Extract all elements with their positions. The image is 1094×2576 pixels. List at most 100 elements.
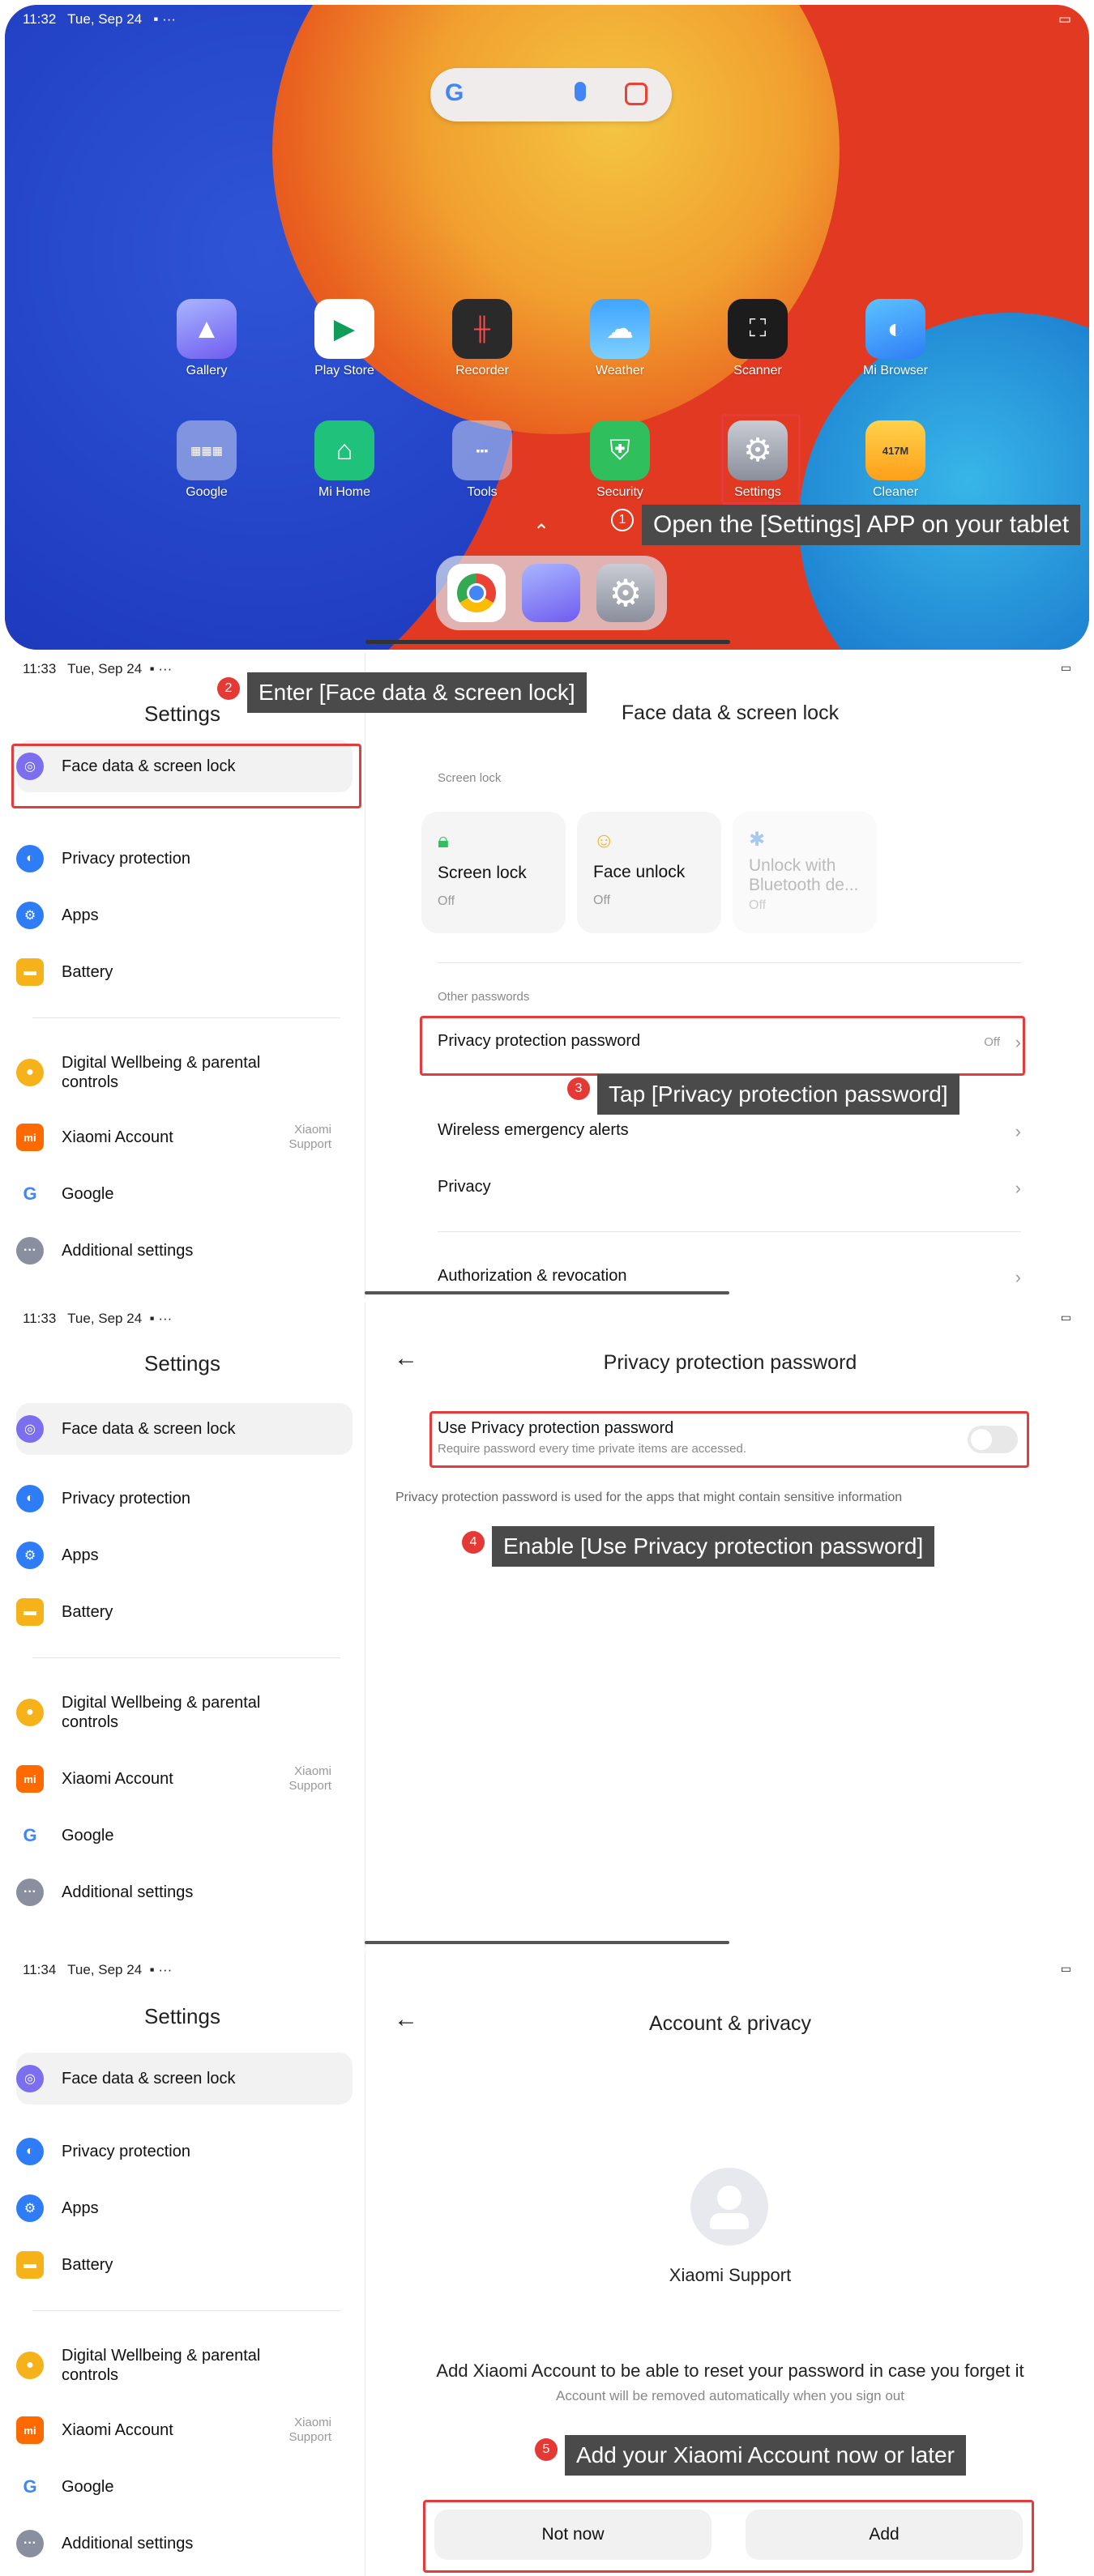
security-icon: ⛨ [590, 420, 650, 480]
status-date: Tue, Sep 24 [67, 1962, 143, 1977]
card-face-unlock[interactable]: ☺ Face unlock Off [577, 812, 721, 933]
sidebar-item-apps[interactable]: ⚙ Apps [16, 889, 353, 941]
privacy-icon: ◐ [16, 1485, 44, 1512]
app-cleaner[interactable]: 417M Cleaner [843, 420, 948, 500]
sidebar-item-label: Xiaomi Account [62, 2420, 173, 2439]
account-sub: Xiaomi Support [288, 2416, 331, 2444]
sidebar-item-additional[interactable]: ··· Additional settings [16, 1225, 353, 1277]
card-state: Off [749, 898, 767, 912]
app-recorder[interactable]: ╫ Recorder [429, 299, 535, 378]
sidebar-item-label: Xiaomi Account [62, 1128, 173, 1146]
other-passwords-label: Other passwords [438, 990, 530, 1004]
app-security[interactable]: ⛨ Security [567, 420, 673, 500]
sidebar-item-xiaomi-account[interactable]: mi Xiaomi Account Xiaomi Support [16, 2404, 353, 2456]
recorder-icon: ╫ [452, 299, 512, 359]
sidebar-item-xiaomi-account[interactable]: mi Xiaomi Account Xiaomi Support [16, 1753, 353, 1805]
app-play-store[interactable]: ▶ Play Store [292, 299, 397, 378]
sidebar-item-privacy[interactable]: ◐ Privacy protection [16, 2126, 353, 2177]
privacy-icon: ◐ [16, 845, 44, 872]
sidebar-item-apps[interactable]: ⚙ Apps [16, 1529, 353, 1581]
toggle-title: Use Privacy protection password [438, 1419, 674, 1437]
not-now-button[interactable]: Not now [434, 2510, 712, 2560]
lock-icon: 🔒︎ [438, 828, 449, 852]
account-name: Xiaomi Support [669, 2265, 792, 2285]
sidebar-item-privacy[interactable]: ◐ Privacy protection [16, 1473, 353, 1525]
google-folder-icon: ▦▦▦ [177, 420, 237, 480]
app-drawer-chevron-icon[interactable]: ⌃ [533, 520, 549, 544]
sidebar-item-google[interactable]: G Google [16, 1810, 353, 1862]
mi-browser-icon: ◐ [865, 299, 925, 359]
sidebar-item-digital-wellbeing[interactable]: ● Digital Wellbeing & parental controls [16, 1680, 353, 1745]
app-mi-home[interactable]: ⌂ Mi Home [292, 420, 397, 500]
account-message: Add Xiaomi Account to be able to reset y… [436, 2361, 1024, 2381]
app-scanner[interactable]: ⛶ Scanner [705, 299, 810, 378]
google-search-bar[interactable]: G [430, 68, 672, 122]
sidebar-item-digital-wellbeing[interactable]: ● Digital Wellbeing & parental controls [16, 2333, 353, 2398]
app-weather[interactable]: ☁ Weather [567, 299, 673, 378]
xiaomi-icon: mi [16, 2416, 44, 2444]
home-indicator [365, 1291, 729, 1294]
sidebar-item-apps[interactable]: ⚙ Apps [16, 2182, 353, 2234]
status-time: 11:32 [23, 11, 57, 27]
lens-icon[interactable] [625, 83, 647, 105]
wireless-alerts-row[interactable]: Wireless emergency alerts › [438, 1121, 1021, 1141]
bluetooth-icon: ✱ [749, 829, 766, 851]
sidebar-item-google[interactable]: G Google [16, 1168, 353, 1220]
app-label: Mi Home [318, 485, 370, 499]
sidebar-item-privacy[interactable]: ◐ Privacy protection [16, 833, 353, 885]
row-label: Privacy [438, 1178, 491, 1196]
sidebar-item-label: Additional settings [62, 1241, 194, 1260]
add-button[interactable]: Add [746, 2510, 1023, 2560]
sidebar-item-xiaomi-account[interactable]: mi Xiaomi Account Xiaomi Support [16, 1111, 353, 1163]
dock-gallery-icon[interactable] [522, 564, 580, 622]
sidebar-item-face-data[interactable]: ◎ Face data & screen lock [16, 1403, 353, 1455]
sidebar-item-label: Battery [62, 2255, 113, 2274]
sidebar-item-label: Additional settings [62, 1883, 194, 1901]
sidebar-item-label: Google [62, 1826, 114, 1845]
status-time: 11:34 [23, 1962, 57, 1977]
sidebar-item-label: Google [62, 1184, 114, 1203]
authorization-row[interactable]: Authorization & revocation › [438, 1267, 1021, 1287]
mi-home-icon: ⌂ [314, 420, 374, 480]
sidebar-item-additional[interactable]: ··· Additional settings [16, 2518, 353, 2570]
sidebar-item-label: Apps [62, 2199, 99, 2217]
panel-face-data: 11:33 Tue, Sep 24 ▪ ··· ▭ Settings 2 Ent… [0, 653, 1094, 1298]
app-gallery[interactable]: ▲ Gallery [154, 299, 259, 378]
use-privacy-password-toggle[interactable] [968, 1426, 1018, 1453]
privacy-note: Privacy protection password is used for … [395, 1491, 903, 1504]
more-icon: ··· [16, 1237, 44, 1265]
sidebar-item-additional[interactable]: ··· Additional settings [16, 1866, 353, 1918]
sidebar-item-face-data[interactable]: ◎ Face data & screen lock [16, 2053, 353, 2105]
page-title: Account & privacy [648, 2012, 812, 2035]
settings-title: Settings [144, 1351, 220, 1375]
sidebar-item-digital-wellbeing[interactable]: ● Digital Wellbeing & parental controls [16, 1040, 353, 1105]
app-mi-browser[interactable]: ◐ Mi Browser [843, 299, 948, 378]
status-date: Tue, Sep 24 [67, 1311, 143, 1326]
status-bar: 11:33 Tue, Sep 24 ▪ ··· [23, 1311, 173, 1326]
dock-settings-icon[interactable]: ⚙ [596, 564, 655, 622]
face-icon: ☺ [593, 828, 615, 852]
more-icon: ··· [16, 1879, 44, 1906]
sidebar-item-battery[interactable]: ▬ Battery [16, 2239, 353, 2291]
sidebar-item-battery[interactable]: ▬ Battery [16, 1586, 353, 1638]
card-screen-lock[interactable]: 🔒︎ Screen lock Off [421, 812, 566, 933]
app-label: Cleaner [872, 485, 919, 499]
card-label: Face unlock [593, 863, 686, 881]
app-google-folder[interactable]: ▦▦▦ Google [154, 420, 259, 500]
sidebar-item-label: Privacy protection [62, 1489, 190, 1508]
chrome-icon[interactable] [447, 564, 506, 622]
step-1-marker: 1 [611, 509, 634, 531]
chevron-right-icon: › [1015, 1178, 1021, 1198]
microphone-icon[interactable] [575, 82, 586, 101]
privacy-row[interactable]: Privacy › [438, 1178, 1021, 1198]
app-tools-folder[interactable]: ▪▪▪ Tools [429, 420, 535, 500]
sidebar-item-battery[interactable]: ▬ Battery [16, 946, 353, 998]
card-state: Off [593, 893, 611, 907]
privacy-icon: ◐ [16, 2138, 44, 2165]
apps-icon: ⚙ [16, 902, 44, 929]
step-3-callout: Tap [Privacy protection password] [597, 1074, 959, 1115]
battery-icon: ▭ [1060, 1311, 1071, 1324]
app-label: Play Store [314, 364, 374, 377]
sidebar-item-label: Privacy protection [62, 2142, 190, 2160]
sidebar-item-google[interactable]: G Google [16, 2461, 353, 2513]
